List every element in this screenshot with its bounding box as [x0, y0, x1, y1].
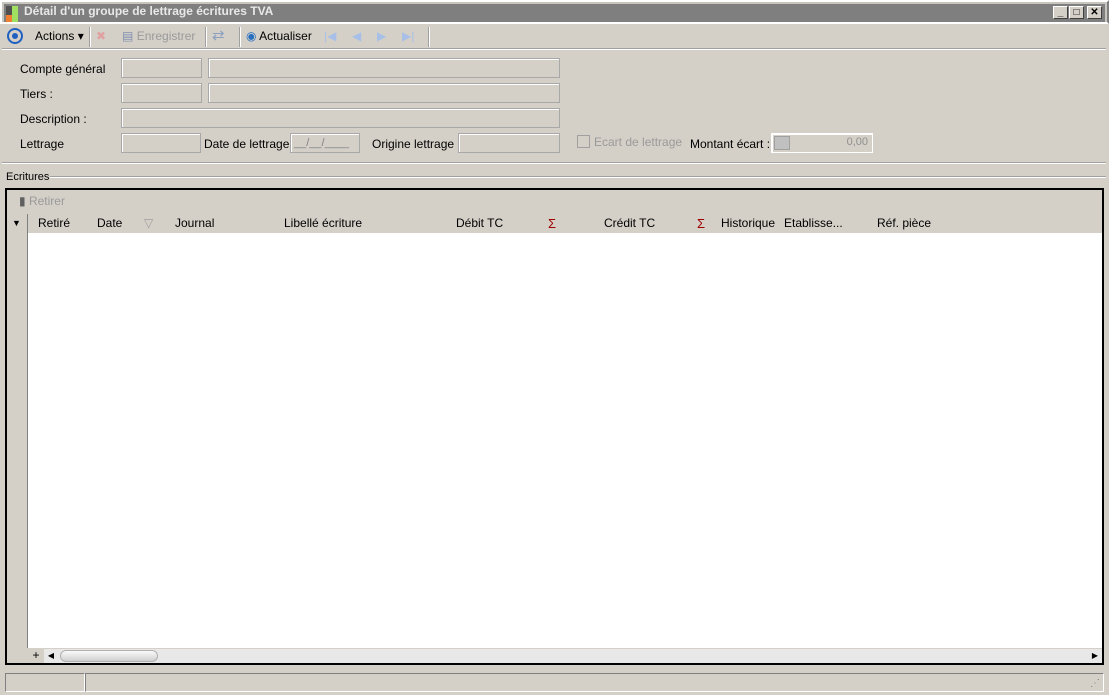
previous-record-icon[interactable]: ◀ — [352, 28, 361, 44]
column-header-date[interactable]: Date — [97, 214, 122, 233]
save-button[interactable]: ▤ Enregistrer — [122, 28, 195, 44]
column-header-retire[interactable]: Retiré — [38, 214, 70, 233]
lettrage-label: Lettrage — [20, 137, 65, 151]
options-icon[interactable] — [7, 28, 23, 44]
actions-menu[interactable]: Actions ▾ — [35, 28, 84, 44]
debit-sum-icon[interactable]: Σ — [548, 214, 556, 233]
next-record-icon[interactable]: ▶ — [377, 28, 386, 44]
montant-ecart-label: Montant écart : — [690, 137, 771, 151]
refresh-icon: ◉ — [246, 29, 257, 43]
ecritures-section-label: Ecritures — [6, 171, 50, 183]
horizontal-scrollbar[interactable]: ◀ ▶ — [44, 649, 1102, 663]
maximize-button[interactable]: □ — [1069, 6, 1084, 19]
column-header-journal[interactable]: Journal — [175, 214, 214, 233]
lettrage-field[interactable] — [121, 133, 201, 153]
divider — [2, 48, 1106, 50]
row-indicator-column — [7, 214, 28, 648]
scroll-right-icon[interactable]: ▶ — [1088, 649, 1102, 663]
save-label: Enregistrer — [136, 29, 196, 43]
save-icon: ▤ — [122, 29, 134, 43]
origine-lettrage-field[interactable] — [458, 133, 560, 153]
column-chooser-icon[interactable]: ▼ — [12, 214, 21, 233]
column-header-ref-piece[interactable]: Réf. pièce — [877, 214, 931, 233]
column-header-credit[interactable]: Crédit TC — [604, 214, 655, 233]
column-header-debit[interactable]: Débit TC — [456, 214, 503, 233]
separator — [89, 27, 91, 47]
compte-general-code-field[interactable] — [121, 58, 202, 78]
grid-body[interactable] — [28, 233, 1102, 648]
delete-icon[interactable]: ✖ — [96, 28, 106, 44]
remove-button[interactable]: ▮ Retirer — [19, 194, 65, 208]
column-header-etablissement[interactable]: Etablisse... — [784, 214, 843, 233]
divider — [2, 162, 1106, 164]
toolbar: Actions ▾ ✖ ▤ Enregistrer ⇄ ◉ Actualiser… — [2, 24, 1106, 48]
compte-general-name-field[interactable] — [208, 58, 560, 78]
add-row-button[interactable]: + — [29, 649, 43, 663]
sync-icon[interactable]: ⇄ — [212, 28, 225, 44]
status-panel-1 — [5, 673, 85, 692]
ecart-lettrage-label: Ecart de lettrage — [594, 135, 683, 149]
scroll-left-icon[interactable]: ◀ — [44, 649, 58, 663]
minimize-button[interactable]: _ — [1053, 6, 1068, 19]
description-field[interactable] — [121, 108, 560, 128]
divider — [50, 176, 1106, 178]
ecart-lettrage-checkbox[interactable] — [577, 135, 590, 148]
description-label: Description : — [20, 112, 87, 126]
refresh-button[interactable]: ◉ Actualiser — [246, 28, 312, 44]
compte-general-label: Compte général — [20, 62, 106, 76]
app-logo-icon — [6, 6, 18, 22]
status-panel-2 — [85, 673, 1104, 692]
first-record-icon[interactable]: |◀ — [324, 28, 336, 44]
date-lettrage-label: Date de lettrage : — [204, 137, 297, 151]
window-title: Détail d'un groupe de lettrage écritures… — [24, 4, 274, 18]
separator — [205, 27, 207, 47]
scrollbar-thumb[interactable] — [60, 650, 158, 662]
montant-ecart-value: 0,00 — [846, 136, 868, 148]
separator — [428, 27, 430, 47]
calculator-icon[interactable] — [774, 136, 790, 150]
credit-sum-icon[interactable]: Σ — [697, 214, 705, 233]
remove-label: Retirer — [28, 194, 65, 208]
tiers-label: Tiers : — [20, 87, 53, 101]
resize-grip-icon[interactable]: ⋰ — [1090, 678, 1100, 689]
separator — [239, 27, 241, 47]
ecritures-grid: ▮ Retirer ▼ Retiré Date ▽ Journal Libell… — [5, 188, 1104, 665]
column-header-libelle[interactable]: Libellé écriture — [284, 214, 362, 233]
actions-label: Actions — [35, 29, 75, 43]
origine-lettrage-label: Origine lettrage : — [372, 137, 461, 151]
tiers-name-field[interactable] — [208, 83, 560, 103]
tiers-code-field[interactable] — [121, 83, 202, 103]
last-record-icon[interactable]: ▶| — [402, 28, 414, 44]
date-lettrage-field[interactable]: __/__/____ — [290, 133, 360, 153]
column-header-historique[interactable]: Historique — [721, 214, 775, 233]
refresh-label: Actualiser — [259, 29, 312, 43]
close-button[interactable]: ✕ — [1087, 6, 1102, 19]
remove-icon: ▮ — [19, 194, 26, 208]
sort-icon[interactable]: ▽ — [144, 214, 153, 233]
